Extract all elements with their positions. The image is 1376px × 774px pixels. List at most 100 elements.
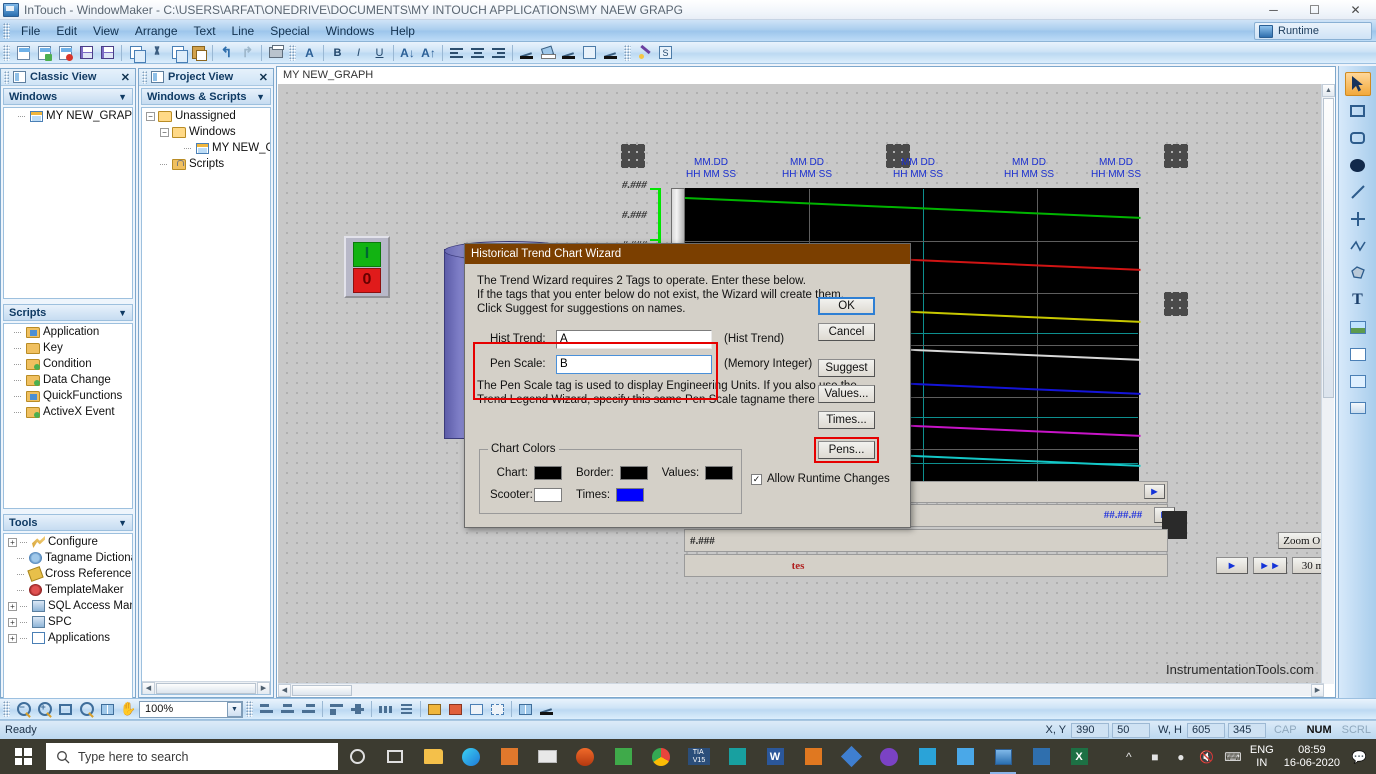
- tree-item-data-change[interactable]: Data Change: [4, 372, 132, 388]
- maximize-button[interactable]: ☐: [1294, 0, 1335, 20]
- tree-item-application[interactable]: Application: [4, 324, 132, 340]
- app-button-green[interactable]: [604, 739, 642, 774]
- cortana-button[interactable]: [338, 739, 376, 774]
- trend-play-button[interactable]: ►: [1216, 557, 1248, 574]
- section-header-scripts[interactable]: Scripts ▼: [3, 304, 133, 321]
- close-window-button[interactable]: [56, 43, 75, 62]
- tree-item-cross-reference[interactable]: Cross Reference: [4, 566, 132, 582]
- app-button-teal[interactable]: [718, 739, 756, 774]
- trend-fastforward-button[interactable]: ►►: [1253, 557, 1287, 574]
- app-button-purple[interactable]: [870, 739, 908, 774]
- space-evenly-h-button[interactable]: [376, 700, 395, 719]
- menu-view[interactable]: View: [85, 22, 127, 40]
- times-button[interactable]: Times...: [818, 411, 875, 429]
- chart-color-swatch[interactable]: [534, 466, 562, 480]
- word-button[interactable]: W: [756, 739, 794, 774]
- selection-handle-top-left[interactable]: [621, 144, 645, 168]
- chevron-down-icon-zoom[interactable]: ▼: [227, 701, 242, 717]
- tree-item-templatemaker[interactable]: TemplateMaker: [4, 582, 132, 598]
- expand-icon-apps[interactable]: +: [8, 633, 17, 643]
- paste-button[interactable]: [189, 43, 208, 62]
- save-all-button[interactable]: [98, 43, 117, 62]
- tree-item-activex-event[interactable]: ActiveX Event: [4, 404, 132, 420]
- grid-settings-button[interactable]: [537, 700, 556, 719]
- save-button[interactable]: [77, 43, 96, 62]
- tool-rectangle[interactable]: [1345, 99, 1371, 123]
- section-header-windows[interactable]: Windows ▼: [3, 88, 133, 105]
- excel-button[interactable]: X: [1060, 739, 1098, 774]
- symbol-factory-button[interactable]: S: [656, 43, 675, 62]
- panel-grip-icon-2[interactable]: [142, 70, 147, 84]
- tool-rounded-rectangle[interactable]: [1345, 126, 1371, 150]
- tool-select-arrow[interactable]: [1344, 72, 1371, 96]
- language-indicator[interactable]: ENG IN: [1246, 744, 1278, 770]
- scooter-color-swatch[interactable]: [534, 488, 562, 502]
- menu-grip-icon[interactable]: [3, 22, 10, 39]
- minimize-button[interactable]: ─: [1253, 0, 1294, 20]
- border-color-swatch[interactable]: [619, 466, 648, 480]
- wizard-toolbar-grip-icon[interactable]: [624, 44, 631, 61]
- zoom-out-button[interactable]: Zoom Out: [1278, 532, 1324, 549]
- scroll-left-icon-mdi[interactable]: ◀: [278, 683, 291, 697]
- line-color-button[interactable]: [517, 43, 536, 62]
- italic-button[interactable]: I: [349, 43, 368, 62]
- zoom-in-toolbar-button[interactable]: +: [35, 700, 54, 719]
- scripts-tree[interactable]: Application Key Condition Data Change Qu: [3, 323, 133, 509]
- mdi-vertical-scrollbar[interactable]: ▲: [1321, 84, 1335, 684]
- taskbar-search-box[interactable]: Type here to search: [46, 743, 338, 770]
- keyboard-layout-icon[interactable]: ⌨: [1220, 739, 1246, 774]
- runtime-switch-button[interactable]: Runtime: [1254, 22, 1372, 40]
- values-color-swatch[interactable]: [705, 466, 734, 480]
- project-view-close-icon[interactable]: ✕: [259, 71, 268, 84]
- group-button[interactable]: [467, 700, 486, 719]
- open-window-button[interactable]: [35, 43, 54, 62]
- app-button-cyan[interactable]: [908, 739, 946, 774]
- collapse-icon-unassigned[interactable]: −: [146, 111, 155, 121]
- tree-item-sql-access-manager[interactable]: + SQL Access Mana: [4, 598, 132, 614]
- undo-button[interactable]: ↰: [217, 43, 236, 62]
- tree-item-condition[interactable]: Condition: [4, 356, 132, 372]
- space-evenly-v-button[interactable]: [397, 700, 416, 719]
- bottom-toolbar-grip-icon[interactable]: [3, 701, 10, 717]
- bring-to-front-button[interactable]: [425, 700, 444, 719]
- tool-text[interactable]: T: [1345, 288, 1371, 312]
- tree-item-unassigned[interactable]: − Unassigned: [142, 108, 270, 124]
- show-hidden-icons-button[interactable]: ^: [1116, 739, 1142, 774]
- zoom-grid-button[interactable]: [98, 700, 117, 719]
- tool-line[interactable]: [1345, 180, 1371, 204]
- tree-item-quickfunctions[interactable]: QuickFunctions: [4, 388, 132, 404]
- window-color-button[interactable]: [580, 43, 599, 62]
- align-right-button[interactable]: [489, 43, 508, 62]
- span-30-minutes-button[interactable]: 30 minutes: [1292, 557, 1324, 574]
- tool-ellipse[interactable]: [1345, 153, 1371, 177]
- tree-item-windows[interactable]: − Windows: [142, 124, 270, 140]
- expand-icon-sql[interactable]: +: [8, 601, 17, 611]
- scroll-up-icon[interactable]: ▲: [1322, 84, 1335, 97]
- selection-handle-top-right[interactable]: [1164, 144, 1188, 168]
- zoom-level-combobox[interactable]: 100% ▼: [139, 700, 243, 718]
- wizards-button[interactable]: [635, 43, 654, 62]
- format-toolbar-grip-icon[interactable]: [289, 44, 296, 61]
- select-all-button[interactable]: [126, 43, 146, 63]
- text-color-button[interactable]: [559, 43, 578, 62]
- tree-item-applications[interactable]: + Applications: [4, 630, 132, 646]
- tool-historical-trend[interactable]: [1345, 369, 1371, 393]
- project-view-hscrollbar[interactable]: ◀ ▶: [142, 681, 270, 694]
- scroll-right-icon-mdi[interactable]: ▶: [1311, 683, 1324, 697]
- menu-edit[interactable]: Edit: [48, 22, 85, 40]
- mdi-vscroll-thumb[interactable]: [1323, 98, 1334, 398]
- zoom-out-toolbar-button[interactable]: −: [14, 700, 33, 719]
- windows-tree[interactable]: MY NEW_GRAPH: [3, 107, 133, 299]
- align-top-button[interactable]: [327, 700, 346, 719]
- intouch-windowmaker-taskbar-button[interactable]: [984, 739, 1022, 774]
- times-color-swatch[interactable]: [616, 488, 645, 502]
- menu-help[interactable]: Help: [382, 22, 423, 40]
- tool-button[interactable]: [1345, 396, 1371, 420]
- menu-file[interactable]: File: [13, 22, 48, 40]
- project-tree[interactable]: − Unassigned − Windows MY NEW_G Scripts …: [141, 107, 271, 695]
- cut-button[interactable]: [147, 43, 166, 62]
- menu-arrange[interactable]: Arrange: [127, 22, 186, 40]
- collapse-icon-windows[interactable]: −: [160, 127, 169, 137]
- chevron-down-icon[interactable]: ▼: [118, 92, 127, 102]
- app-button-blue2[interactable]: [1022, 739, 1060, 774]
